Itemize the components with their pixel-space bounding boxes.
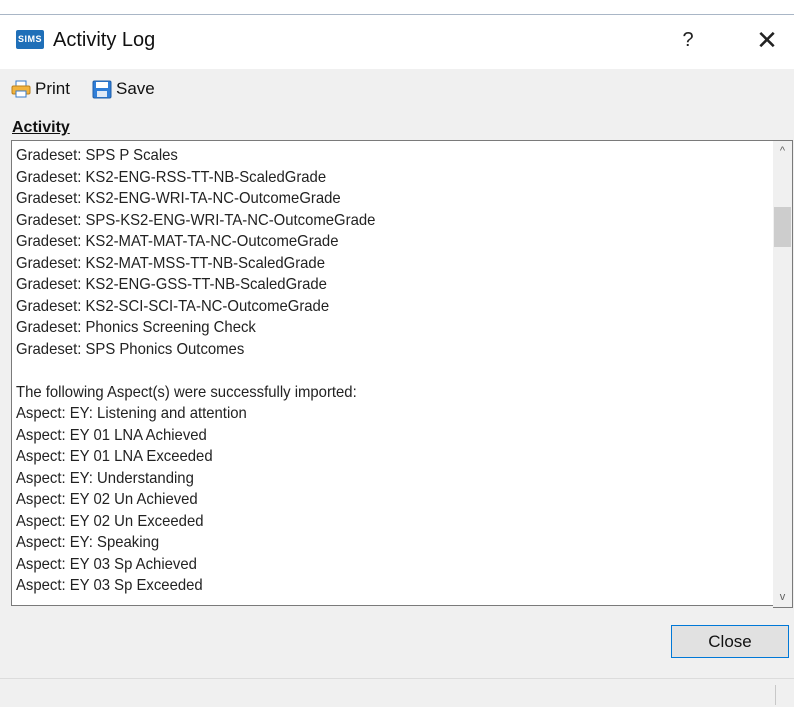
log-line: Gradeset: SPS Phonics Outcomes bbox=[16, 340, 245, 358]
save-button[interactable]: Save bbox=[92, 77, 155, 101]
log-line: Aspect: EY 03 Sp Achieved bbox=[16, 555, 197, 573]
save-label: Save bbox=[116, 79, 155, 98]
status-bar bbox=[0, 678, 794, 707]
log-line: Aspect: EY 01 LNA Exceeded bbox=[16, 448, 213, 465]
scroll-down-button[interactable]: v bbox=[773, 587, 792, 607]
log-line: Aspect: EY: Understanding bbox=[16, 469, 194, 487]
log-line: Aspect: EY: Speaking bbox=[16, 534, 160, 551]
log-blank-line bbox=[16, 360, 714, 382]
log-line: Gradeset: KS2-SCI-SCI-TA-NC-OutcomeGrade bbox=[16, 297, 330, 315]
close-window-button[interactable]: ✕ bbox=[744, 25, 790, 55]
close-button[interactable]: Close bbox=[671, 625, 789, 658]
log-line: Gradeset: SPS-KS2-ENG-WRI-TA-NC-OutcomeG… bbox=[16, 211, 376, 229]
log-line: Aspect: EY 02 Un Exceeded bbox=[16, 512, 204, 530]
log-line: Gradeset: Phonics Screening Check bbox=[16, 319, 256, 336]
log-line: Gradeset: KS2-MAT-MSS-TT-NB-ScaledGrade bbox=[16, 254, 325, 272]
log-line: The following Aspect(s) were successfull… bbox=[16, 383, 357, 401]
vertical-scrollbar[interactable]: ^ v bbox=[773, 140, 793, 608]
log-line: Gradeset: KS2-ENG-RSS-TT-NB-ScaledGrade bbox=[16, 168, 327, 186]
log-line: Gradeset: KS2-ENG-WRI-TA-NC-OutcomeGrade bbox=[16, 190, 341, 207]
log-line: Aspect: EY 01 LNA Achieved bbox=[16, 426, 207, 444]
title-bar: SIMS Activity Log ? ✕ bbox=[0, 15, 794, 69]
help-button[interactable]: ? bbox=[668, 25, 708, 55]
print-label: Print bbox=[35, 79, 70, 98]
print-button[interactable]: Print bbox=[11, 77, 70, 101]
log-line: Gradeset: KS2-ENG-GSS-TT-NB-ScaledGrade bbox=[16, 276, 327, 293]
window-title: Activity Log bbox=[53, 29, 156, 51]
chevron-down-icon: v bbox=[779, 591, 786, 603]
log-line: Aspect: EY: Listening and attention bbox=[16, 405, 247, 422]
size-grip bbox=[775, 685, 776, 705]
log-line: Gradeset: KS2-MAT-MAT-TA-NC-OutcomeGrade bbox=[16, 233, 339, 250]
scroll-up-button[interactable]: ^ bbox=[773, 141, 792, 161]
log-line: Aspect: EY 02 Un Achieved bbox=[16, 491, 198, 508]
printer-icon bbox=[11, 80, 31, 98]
activity-log-lines: Gradeset: SPS P Scales Gradeset: KS2-ENG-… bbox=[16, 145, 714, 597]
close-icon: ✕ bbox=[756, 25, 778, 55]
toolbar: Print Save bbox=[0, 69, 794, 109]
activity-log-textbox[interactable]: Gradeset: SPS P Scales Gradeset: KS2-ENG-… bbox=[11, 140, 775, 606]
background-window-strip bbox=[0, 0, 794, 15]
floppy-disk-icon bbox=[92, 80, 112, 98]
scrollbar-thumb[interactable] bbox=[774, 207, 791, 247]
sims-logo-icon: SIMS bbox=[16, 30, 44, 49]
chevron-up-icon: ^ bbox=[779, 145, 786, 157]
log-line: Aspect: EY 03 Sp Exceeded bbox=[16, 577, 203, 594]
log-line: Gradeset: SPS P Scales bbox=[16, 147, 178, 164]
activity-label: Activity bbox=[12, 119, 70, 136]
